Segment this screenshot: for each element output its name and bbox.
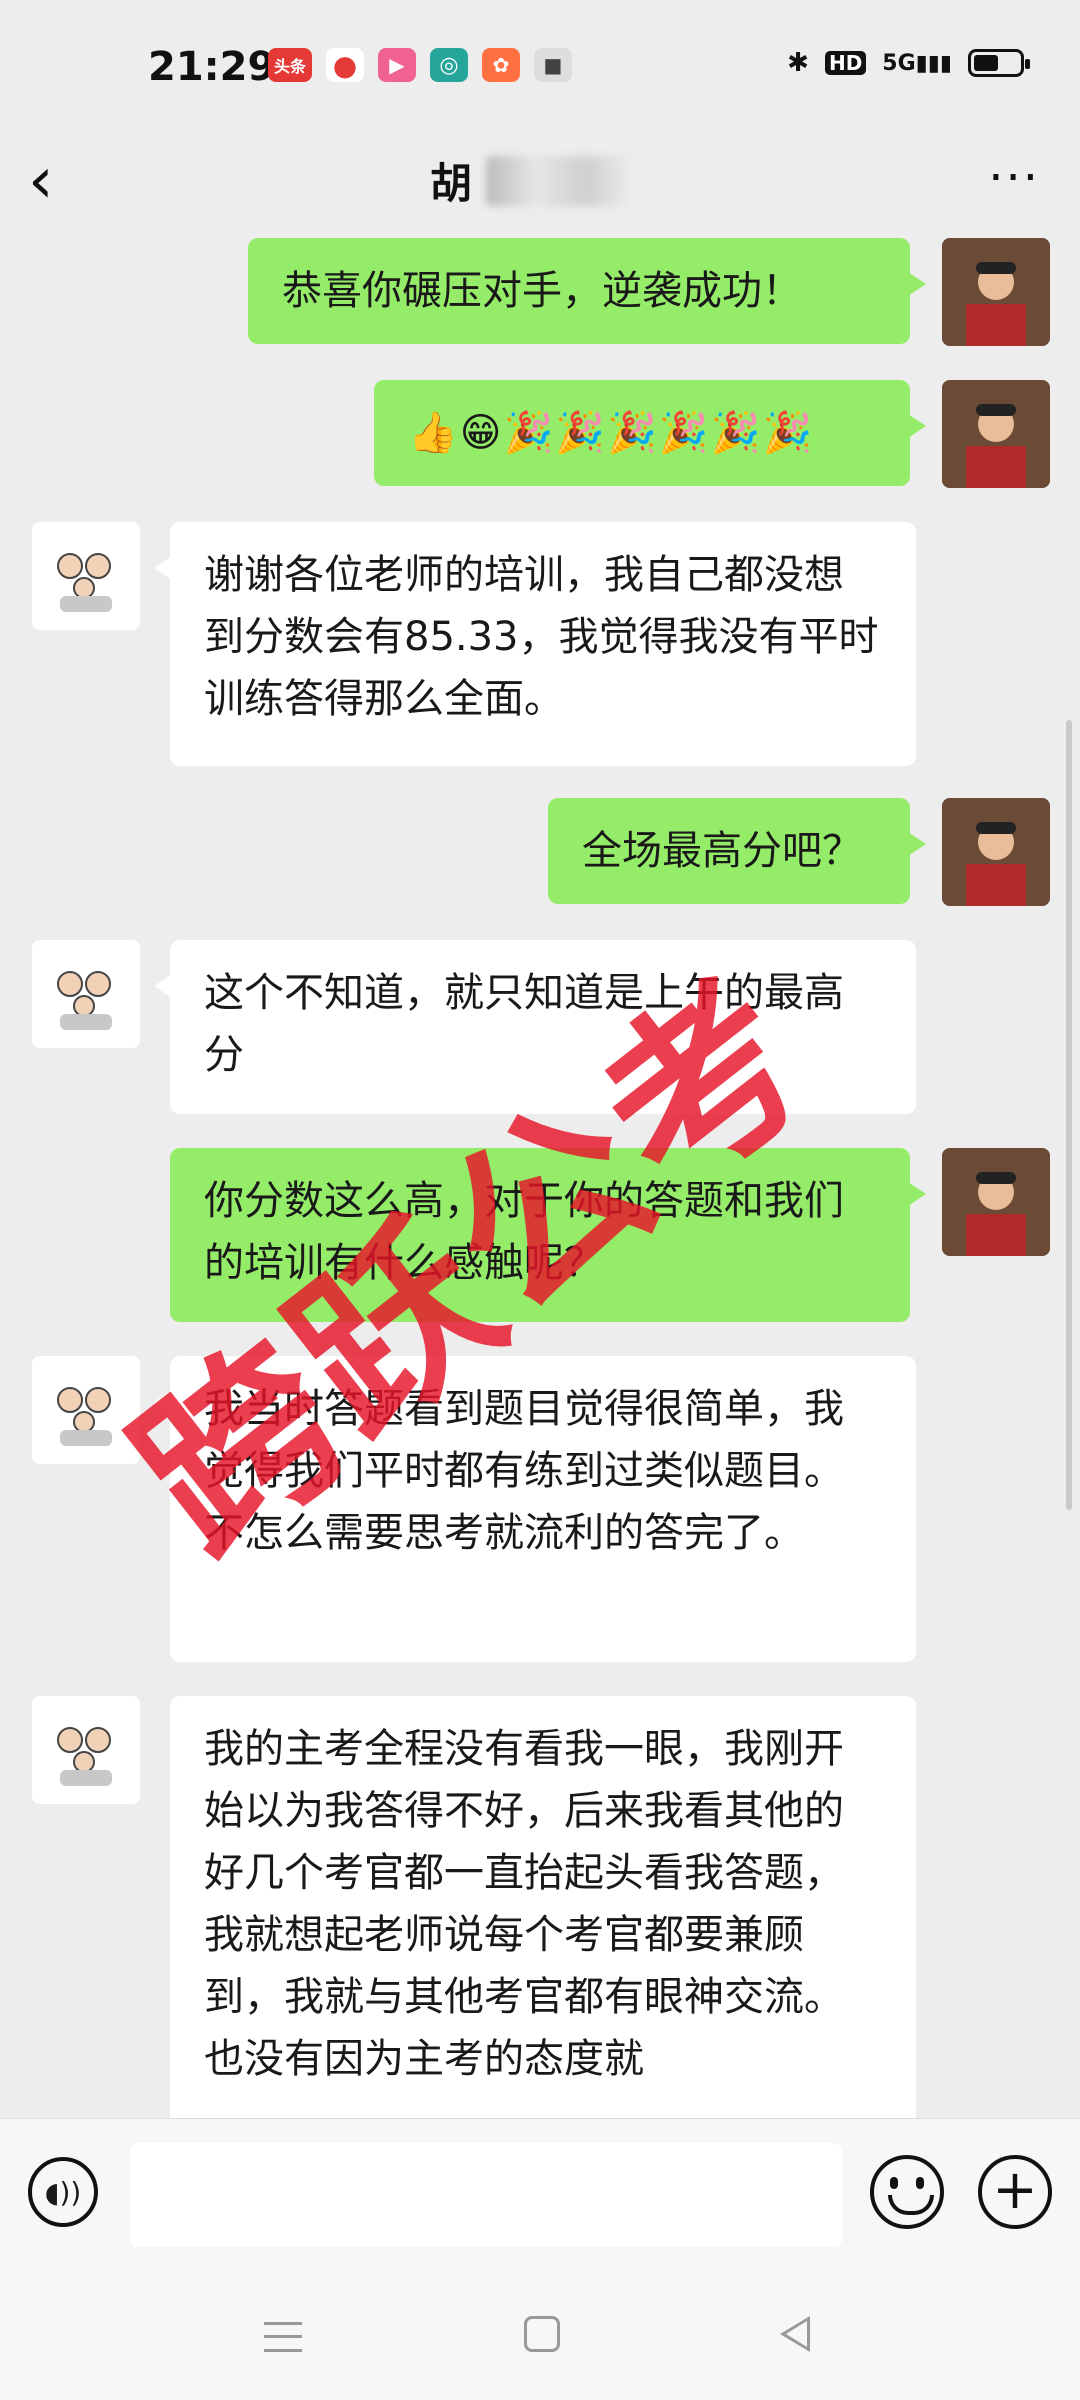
battery-icon (968, 49, 1030, 77)
hd-badge: HD (824, 51, 867, 75)
message-bubble-received[interactable]: 我的主考全程没有看我一眼，我刚开始以为我答得不好，后来我看其他的好几个考官都一直… (170, 1696, 916, 2136)
map-pin-icon: ● (326, 48, 364, 82)
chat-scrollbar[interactable] (1066, 720, 1072, 1510)
back-arrow-icon[interactable]: ‹ (28, 148, 88, 218)
chat-header: ‹ 胡 ··· (0, 130, 1080, 240)
my-avatar[interactable] (942, 798, 1050, 906)
notification-icons: 头条 ● ▶ ◎ ✿ ■ (268, 48, 572, 82)
message-text: 我的主考全程没有看我一眼，我刚开始以为我答得不好，后来我看其他的好几个考官都一直… (204, 1726, 844, 2082)
message-bubble-received[interactable]: 我当时答题看到题目觉得很简单，我觉得我们平时都有练到过类似题目。不怎么需要思考就… (154, 1356, 916, 1662)
recent-apps-icon[interactable] (264, 2322, 302, 2352)
contact-avatar[interactable] (32, 1696, 140, 1804)
system-status-icons: ✱ HD 5G▮▮▮ (787, 48, 1030, 78)
message-text: 我当时答题看到题目觉得很简单，我觉得我们平时都有练到过类似题目。不怎么需要思考就… (204, 1386, 844, 1556)
message-text: 全场最高分吧？ (582, 828, 862, 874)
status-time: 21:29 (148, 44, 276, 90)
contact-avatar[interactable] (32, 522, 140, 630)
add-more-icon[interactable]: + (978, 2155, 1052, 2229)
message-bubble-sent[interactable]: 你分数这么高，对于你的答题和我们的培训有什么感触呢？ (170, 1148, 926, 1322)
toutiao-icon: 头条 (268, 48, 312, 82)
my-avatar[interactable] (942, 1148, 1050, 1256)
blurred-name (486, 156, 636, 206)
voice-input-icon[interactable]: ◖)) (28, 2157, 98, 2227)
status-bar: 21:29 头条 ● ▶ ◎ ✿ ■ ✱ HD 5G▮▮▮ (0, 0, 1080, 130)
camera-dot-icon: ■ (534, 48, 572, 82)
message-text: 恭喜你碾压对手，逆袭成功！ (282, 268, 802, 314)
message-text: 你分数这么高，对于你的答题和我们的培训有什么感触呢？ (204, 1178, 844, 1286)
emoji-icon[interactable] (870, 2155, 944, 2229)
more-options-icon[interactable]: ··· (988, 148, 1040, 208)
green-app-icon: ◎ (430, 48, 468, 82)
bluetooth-icon: ✱ (787, 48, 809, 78)
message-bubble-sent[interactable]: 👍😁🎉🎉🎉🎉🎉🎉 (374, 380, 926, 486)
message-input[interactable] (130, 2143, 842, 2247)
contact-avatar[interactable] (32, 1356, 140, 1464)
message-text: 👍😁🎉🎉🎉🎉🎉🎉 (408, 410, 815, 456)
my-avatar[interactable] (942, 238, 1050, 346)
battery-level (974, 55, 998, 71)
message-bubble-received[interactable]: 这个不知道，就只知道是上午的最高分 (154, 940, 916, 1114)
my-avatar[interactable] (942, 380, 1050, 488)
message-text: 这个不知道，就只知道是上午的最高分 (204, 970, 844, 1078)
orange-app-icon: ✿ (482, 48, 520, 82)
contact-name: 胡 (430, 159, 473, 208)
contact-avatar[interactable] (32, 940, 140, 1048)
video-play-icon: ▶ (378, 48, 416, 82)
signal-icon: 5G▮▮▮ (882, 50, 952, 76)
system-navigation-bar (0, 2270, 1080, 2400)
message-text: 谢谢各位老师的培训，我自己都没想到分数会有85.33，我觉得我没有平时训练答得那… (204, 552, 879, 722)
message-bubble-received[interactable]: 谢谢各位老师的培训，我自己都没想到分数会有85.33，我觉得我没有平时训练答得那… (154, 522, 916, 766)
system-back-icon[interactable] (780, 2316, 810, 2352)
message-bubble-sent[interactable]: 恭喜你碾压对手，逆袭成功！ (248, 238, 926, 344)
chat-input-bar: ◖)) + (0, 2118, 1080, 2271)
message-bubble-sent[interactable]: 全场最高分吧？ (548, 798, 926, 904)
home-icon[interactable] (524, 2316, 560, 2352)
